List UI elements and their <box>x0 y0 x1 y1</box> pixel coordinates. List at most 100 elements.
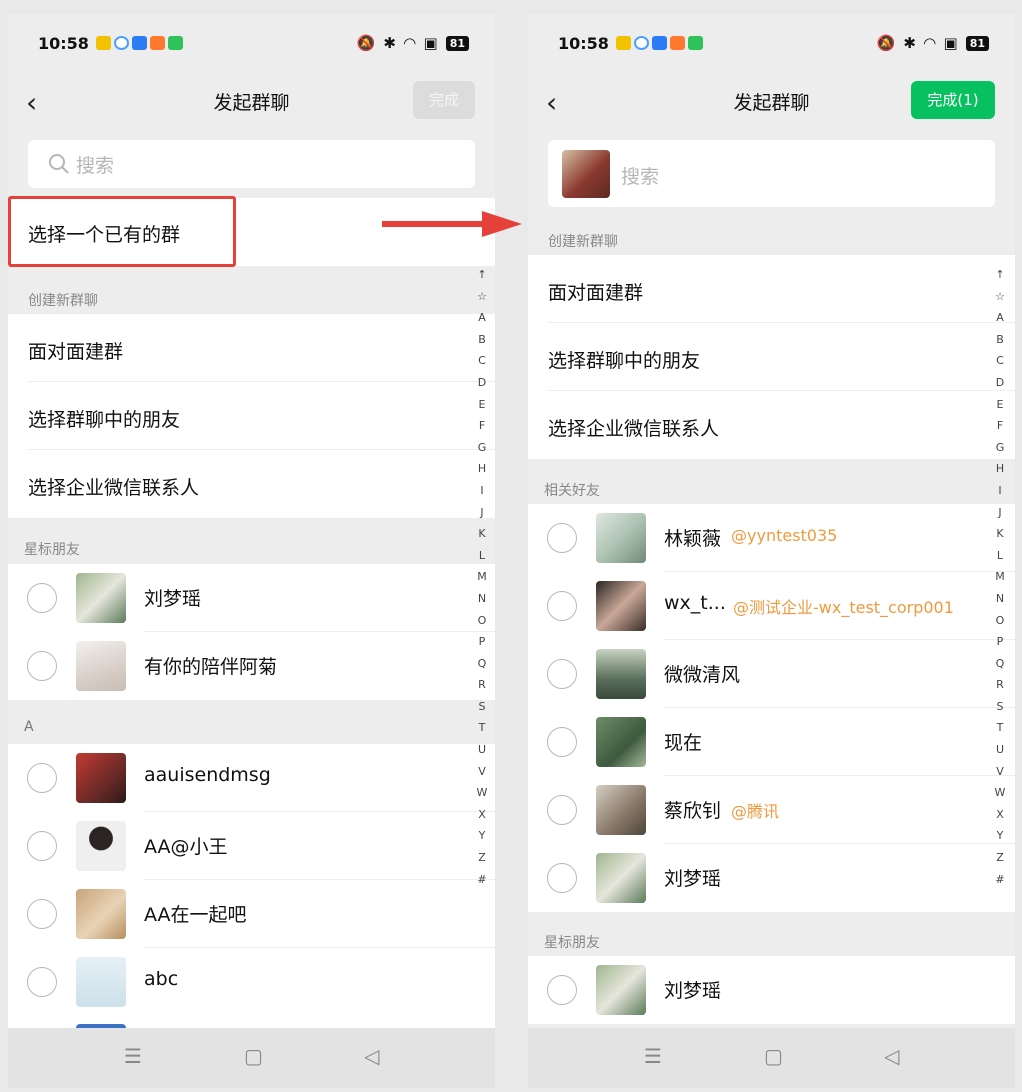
index-letter[interactable]: J <box>992 502 1008 524</box>
menu-icon[interactable]: ☰ <box>644 1044 662 1068</box>
back-triangle-icon[interactable]: ◁ <box>884 1044 899 1068</box>
index-letter[interactable]: K <box>992 523 1008 545</box>
contact-row[interactable]: 微微清风 <box>528 640 1015 708</box>
index-letter[interactable]: A <box>474 307 490 329</box>
index-letter[interactable]: E <box>992 394 1008 416</box>
index-letter[interactable]: ☆ <box>474 286 490 308</box>
index-letter[interactable]: ☆ <box>992 286 1008 308</box>
index-letter[interactable]: G <box>474 437 490 459</box>
index-letter[interactable]: A <box>992 307 1008 329</box>
index-letter[interactable]: M <box>474 566 490 588</box>
select-radio[interactable] <box>547 727 577 757</box>
index-letter[interactable]: L <box>992 545 1008 567</box>
contact-row[interactable]: wx_t... @测试企业-wx_test_corp001 <box>528 572 1015 640</box>
select-radio[interactable] <box>27 763 57 793</box>
index-letter[interactable]: I <box>474 480 490 502</box>
select-radio[interactable] <box>547 659 577 689</box>
select-radio[interactable] <box>547 975 577 1005</box>
back-triangle-icon[interactable]: ◁ <box>364 1044 379 1068</box>
index-letter[interactable]: O <box>992 610 1008 632</box>
index-letter[interactable]: L <box>474 545 490 567</box>
index-letter[interactable]: ↑ <box>474 264 490 286</box>
index-letter[interactable]: Z <box>992 847 1008 869</box>
contact-row[interactable]: AA在一起吧 <box>8 880 495 948</box>
action-select-wecom-contacts[interactable]: 选择企业微信联系人 <box>528 391 1015 459</box>
index-letter[interactable]: X <box>474 804 490 826</box>
contact-row[interactable]: 林颖薇 @yyntest035 <box>528 504 1015 572</box>
select-radio[interactable] <box>547 863 577 893</box>
index-letter[interactable]: J <box>474 502 490 524</box>
index-letter[interactable]: T <box>474 717 490 739</box>
index-letter[interactable]: D <box>474 372 490 394</box>
index-letter[interactable]: P <box>992 631 1008 653</box>
action-select-from-group[interactable]: 选择群聊中的朋友 <box>8 382 495 450</box>
select-radio[interactable] <box>547 795 577 825</box>
index-letter[interactable]: U <box>992 739 1008 761</box>
index-letter[interactable]: N <box>474 588 490 610</box>
index-letter[interactable]: Z <box>474 847 490 869</box>
index-letter[interactable]: G <box>992 437 1008 459</box>
contact-row[interactable]: 刘梦瑶 <box>8 564 495 632</box>
select-radio[interactable] <box>547 591 577 621</box>
selected-contact-avatar[interactable] <box>562 150 610 198</box>
contact-row[interactable]: aauisendmsg <box>8 744 495 812</box>
contact-row[interactable]: 刘梦瑶 <box>528 844 1015 912</box>
contact-row[interactable]: AA@小王 <box>8 812 495 880</box>
select-radio[interactable] <box>27 583 57 613</box>
index-letter[interactable]: W <box>992 782 1008 804</box>
index-letter[interactable]: R <box>992 674 1008 696</box>
home-icon[interactable]: ▢ <box>764 1044 783 1068</box>
action-face-to-face[interactable]: 面对面建群 <box>528 255 1015 323</box>
select-radio[interactable] <box>27 831 57 861</box>
action-select-wecom-contacts[interactable]: 选择企业微信联系人 <box>8 450 495 518</box>
home-icon[interactable]: ▢ <box>244 1044 263 1068</box>
index-letter[interactable]: S <box>992 696 1008 718</box>
contact-row[interactable]: 现在 <box>528 708 1015 776</box>
select-radio[interactable] <box>547 523 577 553</box>
index-letter[interactable]: Y <box>474 825 490 847</box>
index-letter[interactable]: M <box>992 566 1008 588</box>
contact-row[interactable]: 蔡欣钊 @腾讯 <box>528 776 1015 844</box>
index-letter[interactable]: ↑ <box>992 264 1008 286</box>
action-select-from-group[interactable]: 选择群聊中的朋友 <box>528 323 1015 391</box>
index-letter[interactable]: V <box>474 761 490 783</box>
search-input[interactable]: 搜索 <box>28 140 475 188</box>
index-letter[interactable]: W <box>474 782 490 804</box>
index-letter[interactable]: S <box>474 696 490 718</box>
index-letter[interactable]: U <box>474 739 490 761</box>
index-letter[interactable]: # <box>474 869 490 891</box>
index-letter[interactable]: Q <box>474 653 490 675</box>
index-letter[interactable]: K <box>474 523 490 545</box>
index-letter[interactable]: Y <box>992 825 1008 847</box>
index-letter[interactable]: P <box>474 631 490 653</box>
index-letter[interactable]: O <box>474 610 490 632</box>
index-letter[interactable]: H <box>992 458 1008 480</box>
select-radio[interactable] <box>27 651 57 681</box>
search-input[interactable]: 搜索 <box>548 140 995 207</box>
done-button[interactable]: 完成(1) <box>911 81 995 119</box>
index-letter[interactable]: B <box>474 329 490 351</box>
alphabet-index[interactable]: ↑ ☆ A B C D E F G H I J K L M N O P Q R S T U V W X Y Z # <box>992 264 1008 890</box>
select-radio[interactable] <box>27 899 57 929</box>
index-letter[interactable]: # <box>992 869 1008 891</box>
menu-icon[interactable]: ☰ <box>124 1044 142 1068</box>
index-letter[interactable]: B <box>992 329 1008 351</box>
index-letter[interactable]: X <box>992 804 1008 826</box>
index-letter[interactable]: H <box>474 458 490 480</box>
index-letter[interactable]: I <box>992 480 1008 502</box>
index-letter[interactable]: E <box>474 394 490 416</box>
index-letter[interactable]: T <box>992 717 1008 739</box>
index-letter[interactable]: D <box>992 372 1008 394</box>
index-letter[interactable]: C <box>992 350 1008 372</box>
index-letter[interactable]: C <box>474 350 490 372</box>
index-letter[interactable]: F <box>992 415 1008 437</box>
index-letter[interactable]: V <box>992 761 1008 783</box>
index-letter[interactable]: Q <box>992 653 1008 675</box>
contact-row[interactable]: 有你的陪伴阿菊 <box>8 632 495 700</box>
contact-row[interactable]: abc <box>8 948 495 1016</box>
select-radio[interactable] <box>27 967 57 997</box>
index-letter[interactable]: N <box>992 588 1008 610</box>
alphabet-index[interactable]: ↑ ☆ A B C D E F G H I J K L M N O P Q R S T U V W X Y Z # <box>474 264 490 890</box>
done-button[interactable]: 完成 <box>413 81 475 119</box>
action-face-to-face[interactable]: 面对面建群 <box>8 314 495 382</box>
